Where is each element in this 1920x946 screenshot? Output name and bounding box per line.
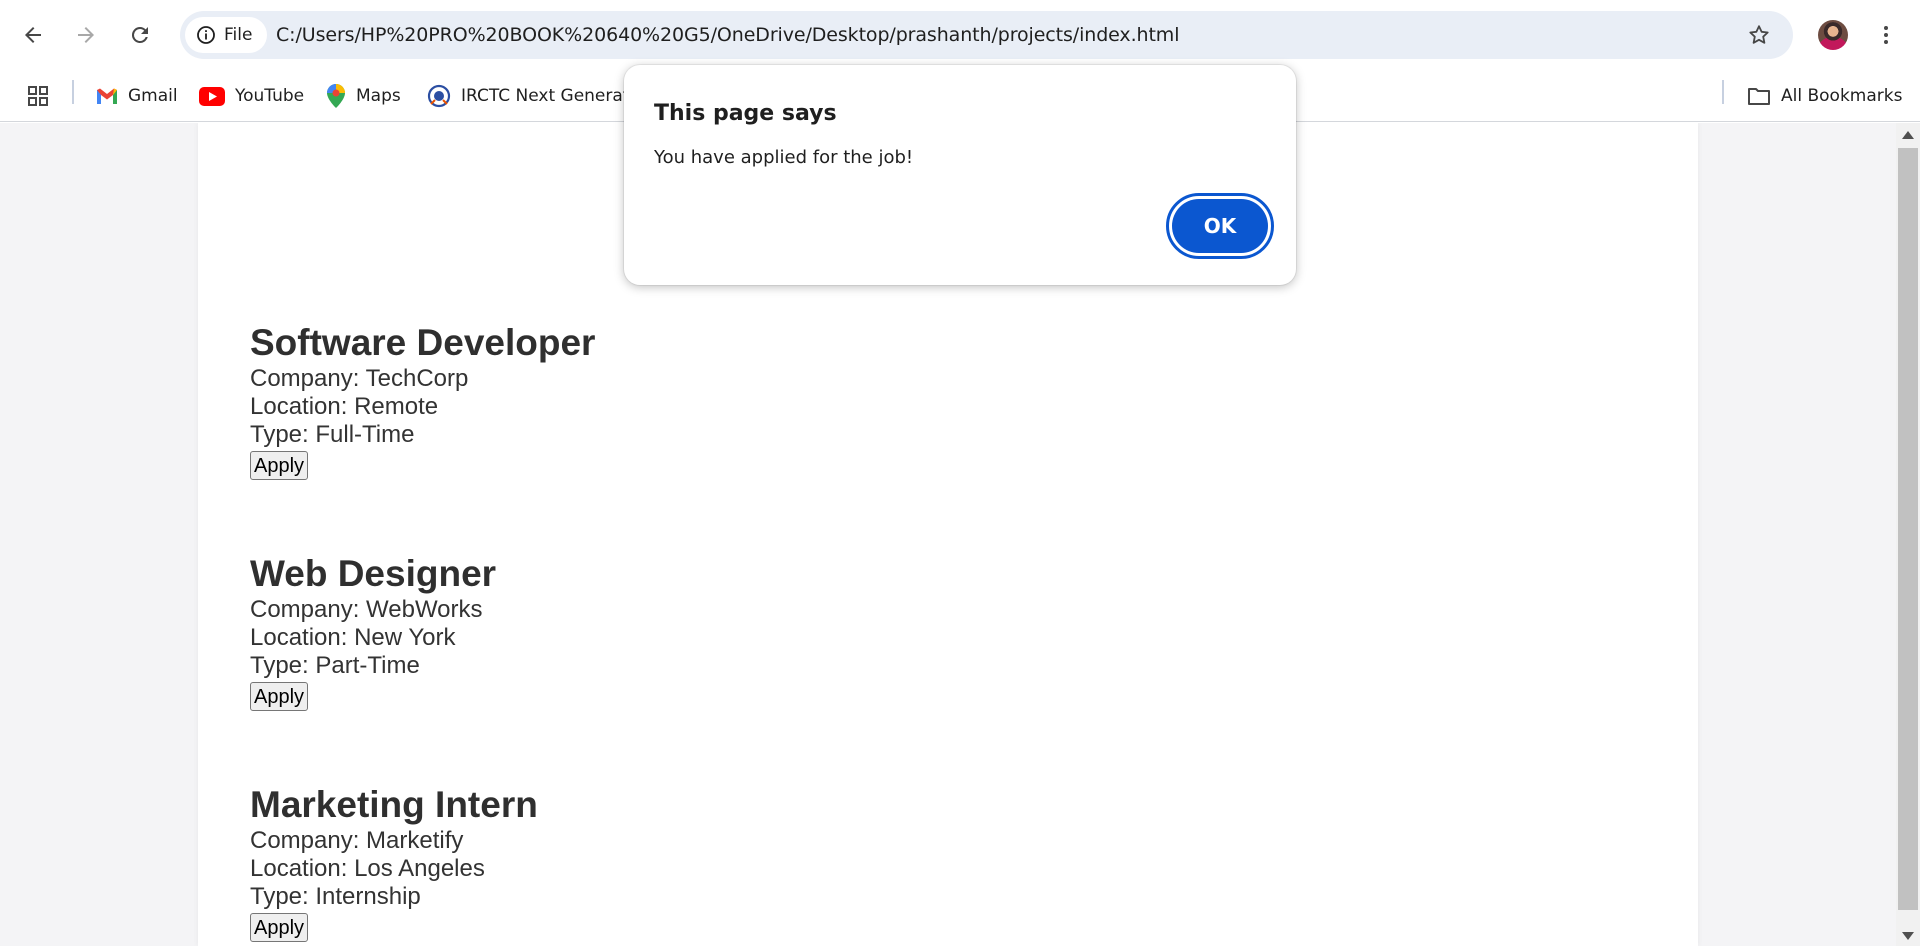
job-title: Marketing Intern [250, 784, 538, 825]
forward-arrow-icon [78, 27, 94, 43]
all-bookmarks-button[interactable]: All Bookmarks [1747, 80, 1902, 112]
bookmark-gmail[interactable]: Gmail [96, 80, 178, 112]
apply-button[interactable]: Apply [250, 451, 309, 480]
maps-icon [327, 84, 345, 108]
folder-icon [1748, 88, 1770, 105]
bookmark-irctc[interactable]: IRCTC Next Generati... [427, 80, 650, 112]
job-type: Type: Full-Time [250, 421, 415, 448]
job-card: Web Designer Company: WebWorks Location:… [250, 552, 496, 711]
dialog-message: You have applied for the job! [654, 147, 914, 168]
apply-button[interactable]: Apply [250, 913, 309, 942]
bookmark-star-icon[interactable] [1747, 23, 1771, 47]
job-card: Marketing Intern Company: Marketify Loca… [250, 783, 538, 942]
back-button[interactable] [13, 15, 53, 55]
job-location: Location: Los Angeles [250, 855, 485, 882]
job-company: Company: Marketify [250, 827, 464, 854]
job-card: Software Developer Company: TechCorp Loc… [250, 321, 595, 480]
ok-button[interactable]: OK [1172, 199, 1268, 253]
job-type: Type: Part-Time [250, 652, 420, 679]
site-info-chip[interactable]: File [185, 17, 267, 53]
irctc-icon [427, 84, 451, 108]
youtube-icon [199, 86, 225, 106]
back-arrow-icon [25, 27, 41, 43]
reload-icon [131, 26, 148, 43]
job-type: Type: Internship [250, 883, 421, 910]
scroll-down-arrow-icon[interactable] [1902, 932, 1914, 940]
profile-avatar[interactable] [1818, 20, 1848, 50]
bookmark-label: Maps [356, 86, 401, 106]
job-location: Location: Remote [250, 393, 439, 420]
page-scrollbar[interactable] [1896, 123, 1920, 946]
dialog-title: This page says [654, 101, 837, 126]
job-company: Company: WebWorks [250, 596, 483, 623]
more-vert-icon [1884, 26, 1888, 44]
bookmark-label: YouTube [235, 86, 305, 106]
bookmarks-separator [1722, 80, 1724, 104]
url-text[interactable]: C:/Users/HP%20PRO%20BOOK%20640%20G5/OneD… [276, 24, 1179, 46]
all-bookmarks-label: All Bookmarks [1781, 86, 1903, 106]
apply-button[interactable]: Apply [250, 682, 309, 711]
bookmark-label: Gmail [128, 86, 178, 106]
apps-grid-icon [28, 86, 48, 106]
job-company: Company: TechCorp [250, 365, 469, 392]
bookmarks-separator [72, 80, 74, 104]
alert-dialog: This page says You have applied for the … [624, 65, 1296, 285]
bookmark-label: IRCTC Next Generati... [461, 86, 651, 106]
reload-button[interactable] [120, 15, 160, 55]
site-chip-label: File [224, 25, 253, 45]
browser-toolbar: File C:/Users/HP%20PRO%20BOOK%20640%20G5… [0, 0, 1920, 70]
scrollbar-thumb[interactable] [1898, 148, 1918, 910]
gmail-icon [97, 88, 117, 104]
job-title: Web Designer [250, 553, 497, 594]
ok-focus-ring: OK [1166, 193, 1274, 259]
scroll-up-arrow-icon[interactable] [1902, 131, 1914, 139]
bookmark-youtube[interactable]: YouTube [199, 80, 304, 112]
bookmark-maps[interactable]: Maps [326, 80, 401, 112]
apps-button[interactable] [26, 80, 50, 112]
browser-menu-button[interactable] [1866, 15, 1906, 55]
job-location: Location: New York [250, 624, 456, 651]
info-icon [197, 26, 215, 44]
forward-button[interactable] [66, 15, 106, 55]
address-bar[interactable]: File C:/Users/HP%20PRO%20BOOK%20640%20G5… [180, 11, 1793, 59]
job-title: Software Developer [250, 322, 596, 363]
